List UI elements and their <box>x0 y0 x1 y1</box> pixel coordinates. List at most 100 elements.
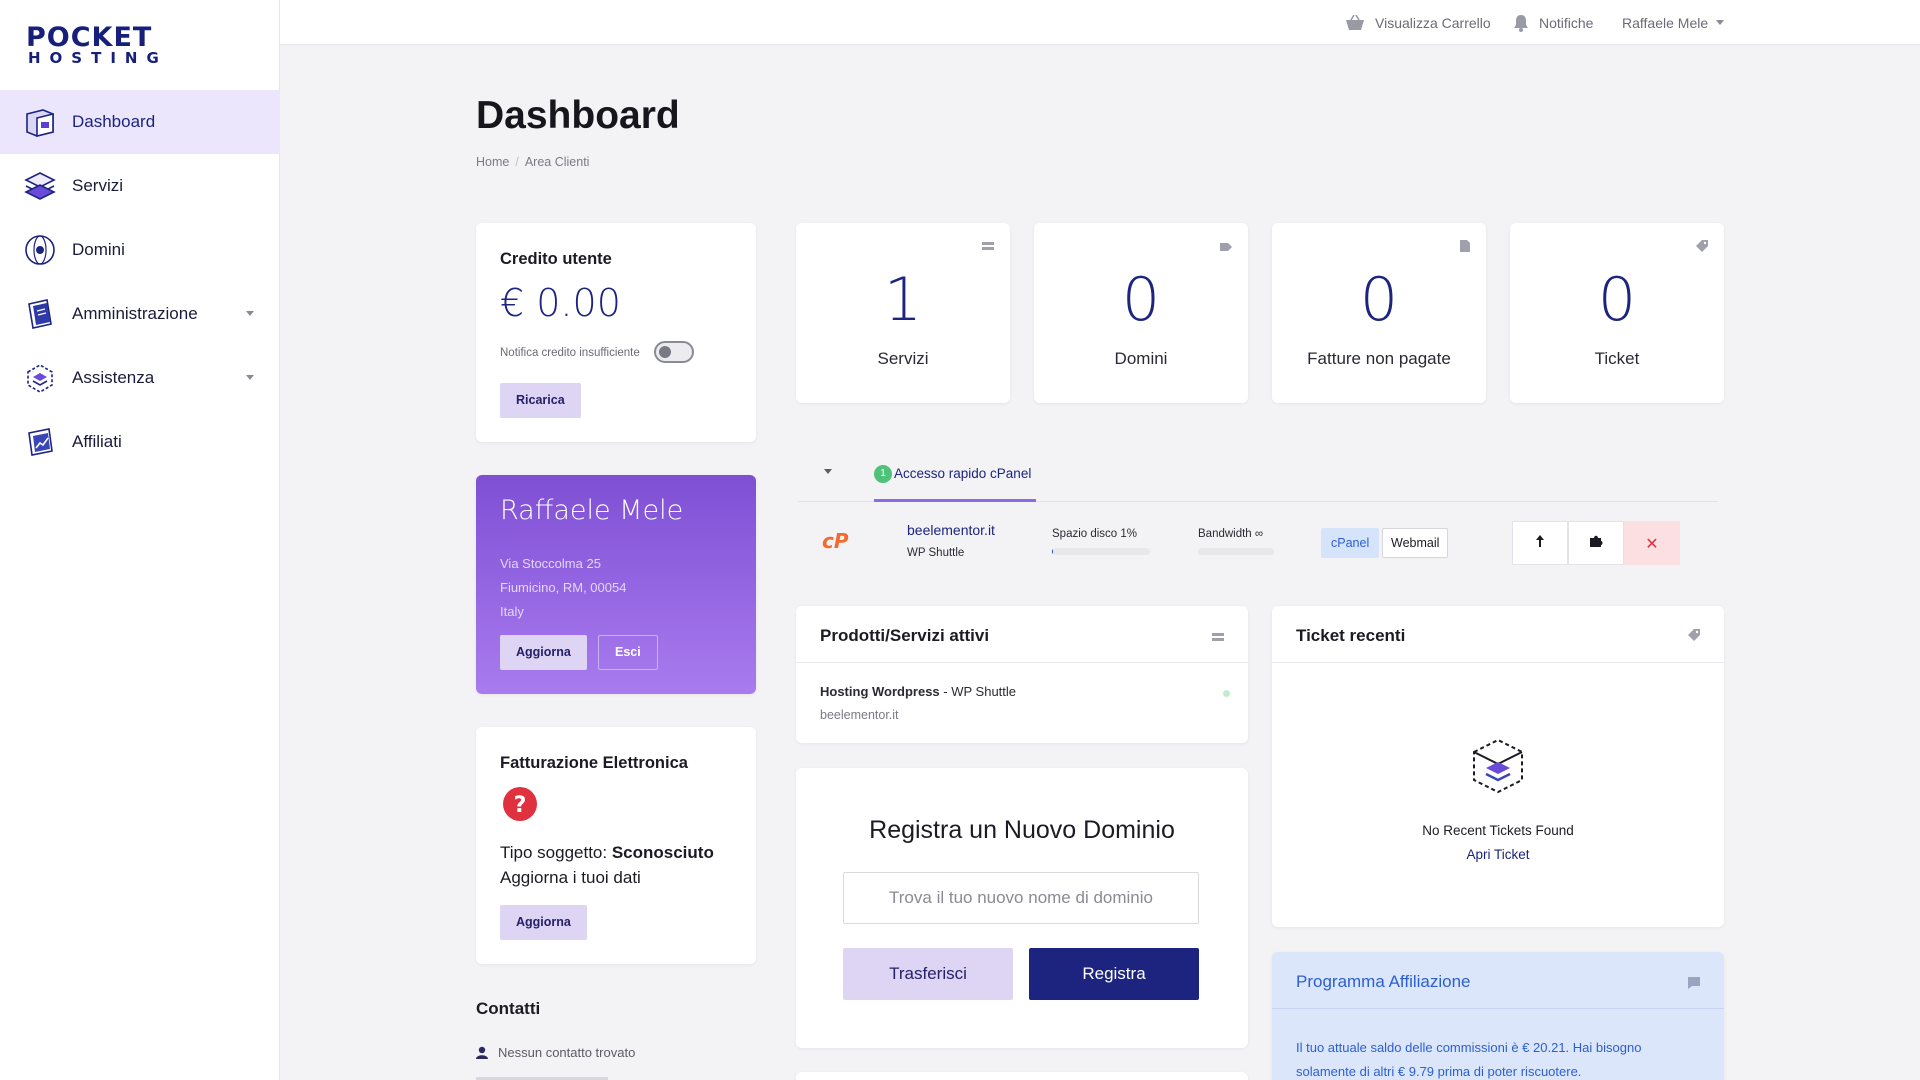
question-icon: ? <box>503 787 537 826</box>
cpanel-domain[interactable]: beelementor.it <box>907 522 995 538</box>
sidebar-item-label: Amministrazione <box>72 304 198 323</box>
upgrade-button[interactable] <box>1512 521 1568 565</box>
sidebar-item-domini[interactable]: Domini <box>0 218 280 282</box>
svg-text:cP: cP <box>822 530 849 552</box>
profile-address-line1: Via Stoccolma 25 <box>500 556 601 571</box>
stat-label: Ticket <box>1594 349 1640 368</box>
notifications-link[interactable]: Notifiche <box>1513 0 1593 45</box>
logout-button[interactable]: Esci <box>598 635 658 670</box>
open-ticket-link[interactable]: Apri Ticket <box>1272 847 1724 862</box>
basket-icon <box>1345 14 1365 31</box>
register-title: Registra un Nuovo Dominio <box>869 816 1175 844</box>
einvoice-update-button[interactable]: Aggiorna <box>500 905 587 940</box>
product-domain: beelementor.it <box>820 708 899 722</box>
sidebar-item-dashboard[interactable]: Dashboard <box>0 90 280 154</box>
webmail-button[interactable]: Webmail <box>1382 528 1449 558</box>
support-box-icon <box>22 360 58 396</box>
tag-icon <box>1220 239 1232 257</box>
tickets-empty: No Recent Tickets Found <box>1422 823 1574 838</box>
sidebar-item-assistenza[interactable]: Assistenza <box>0 346 280 410</box>
addons-button[interactable] <box>1568 521 1624 565</box>
page-title: Dashboard <box>476 94 680 137</box>
transfer-button[interactable]: Trasferisci <box>843 948 1013 1000</box>
cpanel-row: cP beelementor.it WP Shuttle Spazio disc… <box>798 504 1718 576</box>
user-name: Raffaele Mele <box>1622 14 1709 31</box>
dashboard-icon <box>22 104 58 140</box>
view-cart-link[interactable]: Visualizza Carrello <box>1345 0 1491 45</box>
sidebar: POCKET HOSTING Dashboard Servizi Domini <box>0 0 280 1080</box>
sidebar-item-affiliati[interactable]: Affiliati <box>0 410 280 474</box>
stat-value: 0 <box>1597 265 1637 335</box>
sidebar-item-label: Domini <box>72 240 125 259</box>
server-icon <box>1212 630 1224 648</box>
logo[interactable]: POCKET HOSTING <box>26 24 162 68</box>
view-cart-label: Visualizza Carrello <box>1375 14 1491 31</box>
ticket-icon <box>1688 628 1700 646</box>
sidebar-item-amministrazione[interactable]: Amministrazione <box>0 282 280 346</box>
einvoice-subject-label: Tipo soggetto: <box>500 843 612 862</box>
breadcrumb-home[interactable]: Home <box>476 155 509 169</box>
profile-name: Raffaele Mele <box>500 495 684 526</box>
cancel-service-button[interactable]: ✕ <box>1624 521 1680 565</box>
register-domain-card: Registra un Nuovo Dominio Trova il tuo n… <box>796 768 1248 1048</box>
user-icon <box>476 1046 488 1059</box>
stat-value: 1 <box>883 265 923 335</box>
collapse-caret-icon[interactable] <box>824 469 832 474</box>
affiliate-text-line1: Il tuo attuale saldo delle commissioni è… <box>1296 1040 1642 1055</box>
credit-toggle-label: Notifica credito insufficiente <box>500 347 640 359</box>
register-button[interactable]: Registra <box>1029 948 1199 1000</box>
products-title: Prodotti/Servizi attivi <box>820 626 990 645</box>
stat-card-domini[interactable]: 0 Domini <box>1034 223 1248 403</box>
bandwidth-usage: Bandwidth ∞ <box>1198 528 1274 555</box>
user-menu[interactable]: Raffaele Mele <box>1622 0 1725 45</box>
contacts-title: Contatti <box>476 999 541 1018</box>
einvoice-subject: Tipo soggetto: Sconosciuto <box>500 843 714 863</box>
credit-title: Credito utente <box>500 250 612 268</box>
stat-label: Domini <box>1114 349 1168 368</box>
sidebar-item-label: Servizi <box>72 176 124 195</box>
puzzle-icon <box>1589 534 1603 553</box>
profile-country: Italy <box>500 604 524 619</box>
status-dot <box>1223 690 1230 697</box>
tab-cpanel-quick-access[interactable]: 1 Accesso rapido cPanel <box>874 448 1036 502</box>
tab-badge: 1 <box>874 464 892 483</box>
document-icon <box>1460 239 1470 257</box>
stat-label: Servizi <box>877 349 929 368</box>
stat-card-ticket[interactable]: 0 Ticket <box>1510 223 1724 403</box>
tickets-title: Ticket recenti <box>1296 626 1406 645</box>
credit-notify-toggle[interactable] <box>654 341 694 363</box>
stat-label: Fatture non pagate <box>1307 349 1451 368</box>
product-item[interactable]: Hosting Wordpress - WP Shuttle <box>820 684 1016 699</box>
sidebar-item-label: Dashboard <box>72 112 156 131</box>
breadcrumb: Home / Area Clienti <box>476 155 590 169</box>
einvoice-update-text: Aggiorna i tuoi dati <box>500 868 641 887</box>
ticket-icon <box>1696 239 1708 257</box>
close-icon: ✕ <box>1645 533 1659 553</box>
cpanel-button[interactable]: cPanel <box>1321 528 1380 558</box>
profile-update-button[interactable]: Aggiorna <box>500 635 587 670</box>
disk-usage-bar <box>1052 548 1150 555</box>
chevron-down-icon[interactable] <box>246 375 254 380</box>
stat-value: 0 <box>1359 265 1399 335</box>
profile-address: Via Stoccolma 25 Fiumicino, RM, 00054 It… <box>500 552 626 624</box>
profile-card: Raffaele Mele Via Stoccolma 25 Fiumicino… <box>476 475 756 694</box>
product-plan: - WP Shuttle <box>939 684 1017 699</box>
affiliate-title: Programma Affiliazione <box>1296 972 1471 991</box>
sidebar-nav: Dashboard Servizi Domini Amministrazione <box>0 90 280 474</box>
credit-amount: € 0.00 <box>500 281 621 325</box>
chevron-down-icon[interactable] <box>246 311 254 316</box>
svg-text:?: ? <box>514 793 527 818</box>
profile-address-line2: Fiumicino, RM, 00054 <box>500 580 627 595</box>
affiliate-card: Programma Affiliazione Il tuo attuale sa… <box>1272 952 1724 1080</box>
topbar: Visualizza Carrello Notifiche Raffaele M… <box>280 0 1920 45</box>
stat-card-servizi[interactable]: 1 Servizi <box>796 223 1010 403</box>
chart-card-icon <box>22 424 58 460</box>
chevron-down-icon <box>1716 20 1725 25</box>
sidebar-item-servizi[interactable]: Servizi <box>0 154 280 218</box>
notifications-label: Notifiche <box>1539 14 1594 31</box>
recharge-button[interactable]: Ricarica <box>500 383 581 418</box>
bandwidth-label: Bandwidth ∞ <box>1198 528 1264 540</box>
stat-card-fatture[interactable]: 0 Fatture non pagate <box>1272 223 1486 403</box>
domain-search-input[interactable]: Trova il tuo nuovo nome di dominio <box>843 872 1199 924</box>
products-card: Prodotti/Servizi attivi Hosting Wordpres… <box>796 606 1248 743</box>
